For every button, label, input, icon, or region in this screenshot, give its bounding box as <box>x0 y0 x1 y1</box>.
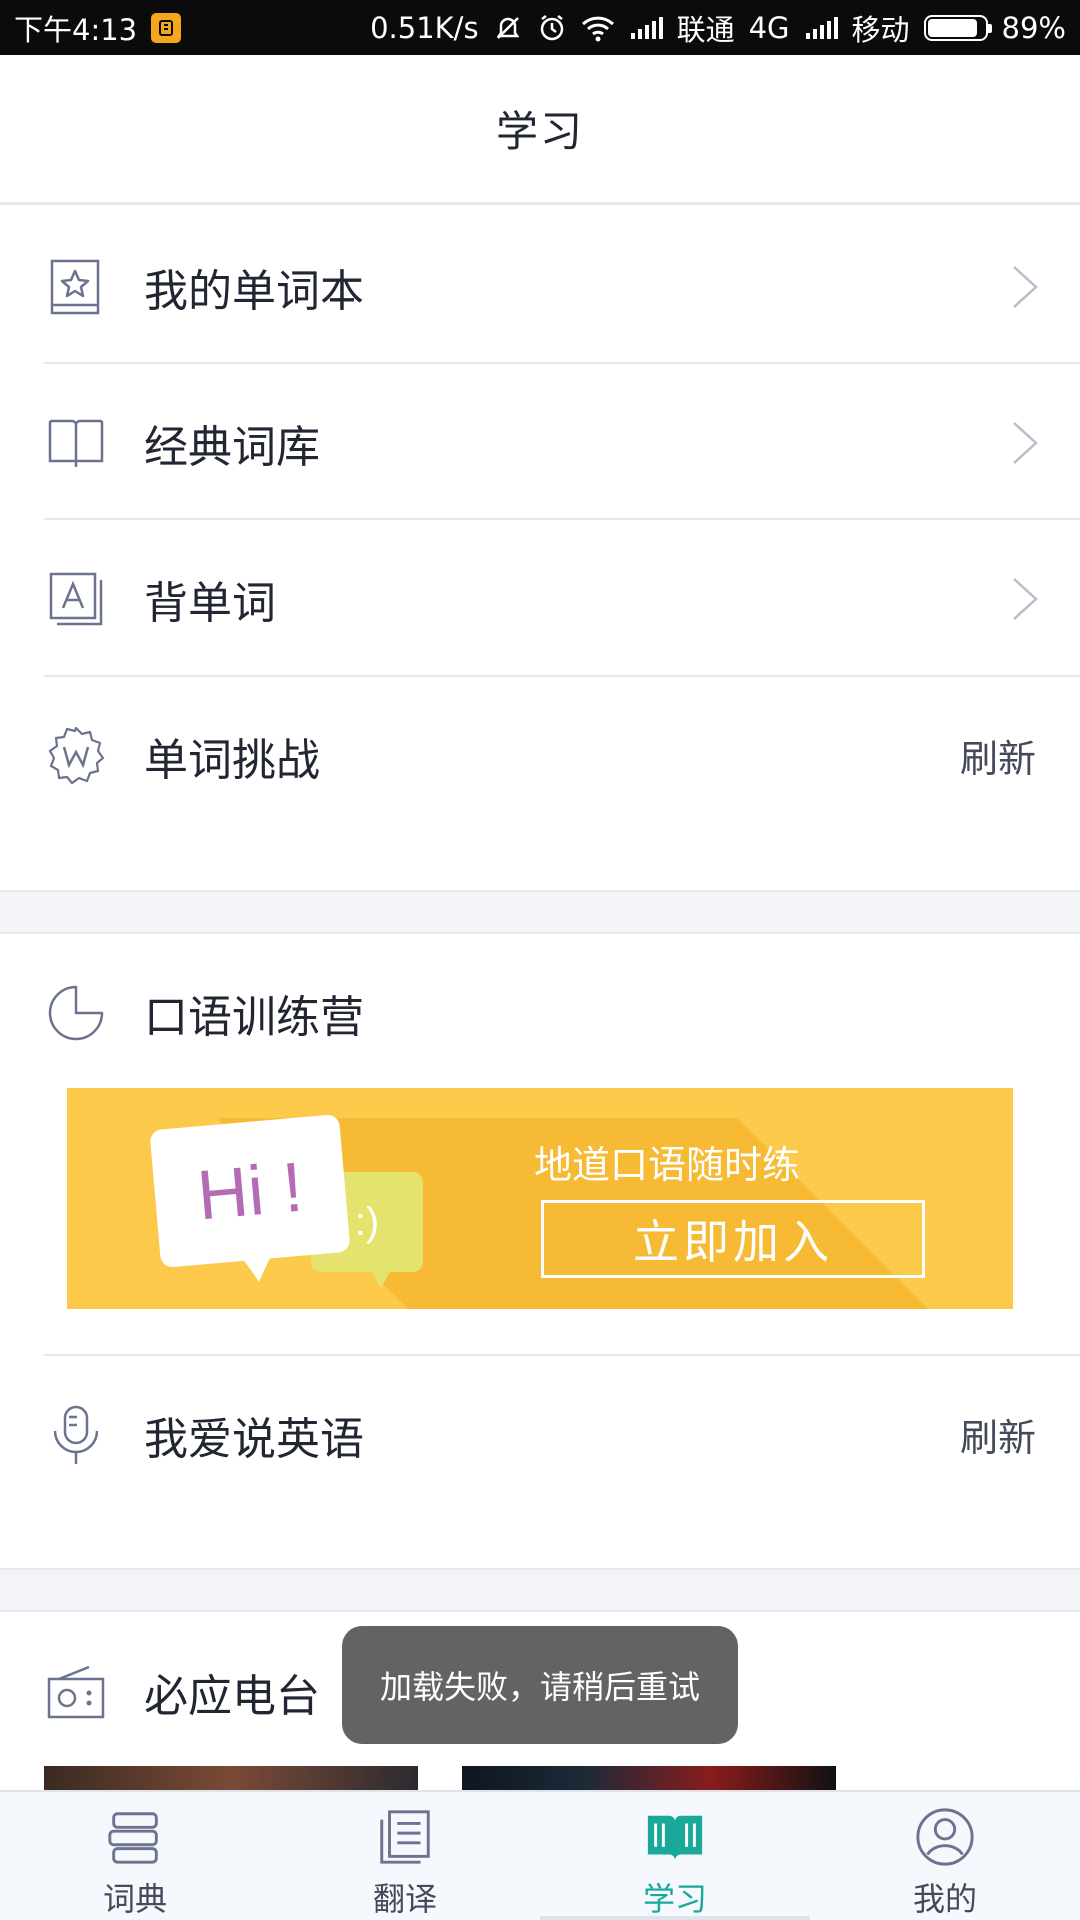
bottom-tab-bar: 词典 翻译 学习 我的 <box>0 1790 1080 1920</box>
memorize-words-label: 背单词 <box>144 577 276 629</box>
wordbook-row[interactable]: 我的单词本 <box>0 208 1080 365</box>
carrier-2: 移动 <box>851 12 910 47</box>
mute-icon <box>493 13 523 43</box>
speaking-camp-row[interactable]: 口语训练营 <box>0 934 1080 1091</box>
pie-chart-icon <box>44 981 108 1045</box>
tab-dictionary[interactable]: 词典 <box>0 1792 270 1920</box>
wordbook-star-icon <box>44 255 108 319</box>
badge-w-icon <box>44 724 108 788</box>
page-title: 学习 <box>495 107 584 156</box>
speaking-camp-label: 口语训练营 <box>144 991 364 1043</box>
love-english-row: 我爱说英语 刷新 <box>0 1356 1080 1513</box>
word-challenge-label: 单词挑战 <box>144 734 320 786</box>
radio-icon <box>44 1660 108 1724</box>
word-challenge-row: 单词挑战 刷新 <box>0 677 1080 834</box>
microphone-icon <box>44 1403 108 1467</box>
profile-icon <box>916 1808 974 1866</box>
chevron-right-icon <box>1013 421 1038 464</box>
signal-icon-1 <box>629 15 663 41</box>
network-type: 4G <box>748 10 790 45</box>
classic-library-label: 经典词库 <box>144 421 320 473</box>
wifi-icon <box>581 14 615 42</box>
radio-thumbnail-2[interactable] <box>462 1766 836 1790</box>
refresh-button[interactable]: 刷新 <box>960 1407 1036 1462</box>
carrier-1: 联通 <box>676 12 735 47</box>
section-separator <box>0 890 1080 934</box>
battery-icon <box>923 14 992 41</box>
tab-label: 学习 <box>642 1880 707 1918</box>
network-speed: 0.51K/s <box>370 10 479 45</box>
memorize-words-row[interactable]: 背单词 <box>0 520 1080 677</box>
join-now-button[interactable]: 立即加入 <box>541 1200 925 1278</box>
tab-study[interactable]: 学习 <box>540 1792 810 1920</box>
open-book-icon <box>44 411 108 475</box>
error-toast: 加载失败，请稍后重试 <box>342 1626 738 1744</box>
chevron-right-icon <box>1013 577 1038 620</box>
radio-thumbnail-1[interactable] <box>44 1766 418 1790</box>
tab-translate[interactable]: 翻译 <box>270 1792 540 1920</box>
tab-label: 词典 <box>102 1880 167 1918</box>
section-separator <box>0 1568 1080 1612</box>
battery-percent: 89% <box>1001 10 1066 45</box>
signal-icon-2 <box>804 15 838 41</box>
love-english-label: 我爱说英语 <box>144 1413 364 1465</box>
chevron-right-icon <box>1013 265 1038 308</box>
speaking-banner[interactable]: :) Hi ! 地道口语随时练 立即加入 <box>67 1088 1013 1309</box>
study-book-icon <box>647 1815 703 1861</box>
dictionary-icon <box>108 1812 158 1864</box>
tab-label: 翻译 <box>372 1880 437 1918</box>
radio-label: 必应电台 <box>144 1671 320 1722</box>
banner-tagline: 地道口语随时练 <box>533 1143 800 1187</box>
letter-card-icon <box>44 567 108 631</box>
wordbook-label: 我的单词本 <box>144 265 364 317</box>
refresh-button[interactable]: 刷新 <box>960 728 1036 783</box>
hi-bubble: Hi ! <box>149 1113 351 1269</box>
app-notification-icon <box>151 12 182 43</box>
alarm-icon <box>537 13 567 43</box>
tab-label: 我的 <box>912 1880 977 1918</box>
classic-library-row[interactable]: 经典词库 <box>0 364 1080 521</box>
tab-indicator <box>540 1916 810 1920</box>
tab-me[interactable]: 我的 <box>810 1792 1080 1920</box>
status-bar: 下午4:13 0.51K/s 联通 4G 移动 89% <box>0 0 1080 55</box>
translate-icon <box>380 1810 430 1864</box>
status-time: 下午4:13 <box>14 12 138 47</box>
page-header: 学习 <box>0 55 1080 205</box>
